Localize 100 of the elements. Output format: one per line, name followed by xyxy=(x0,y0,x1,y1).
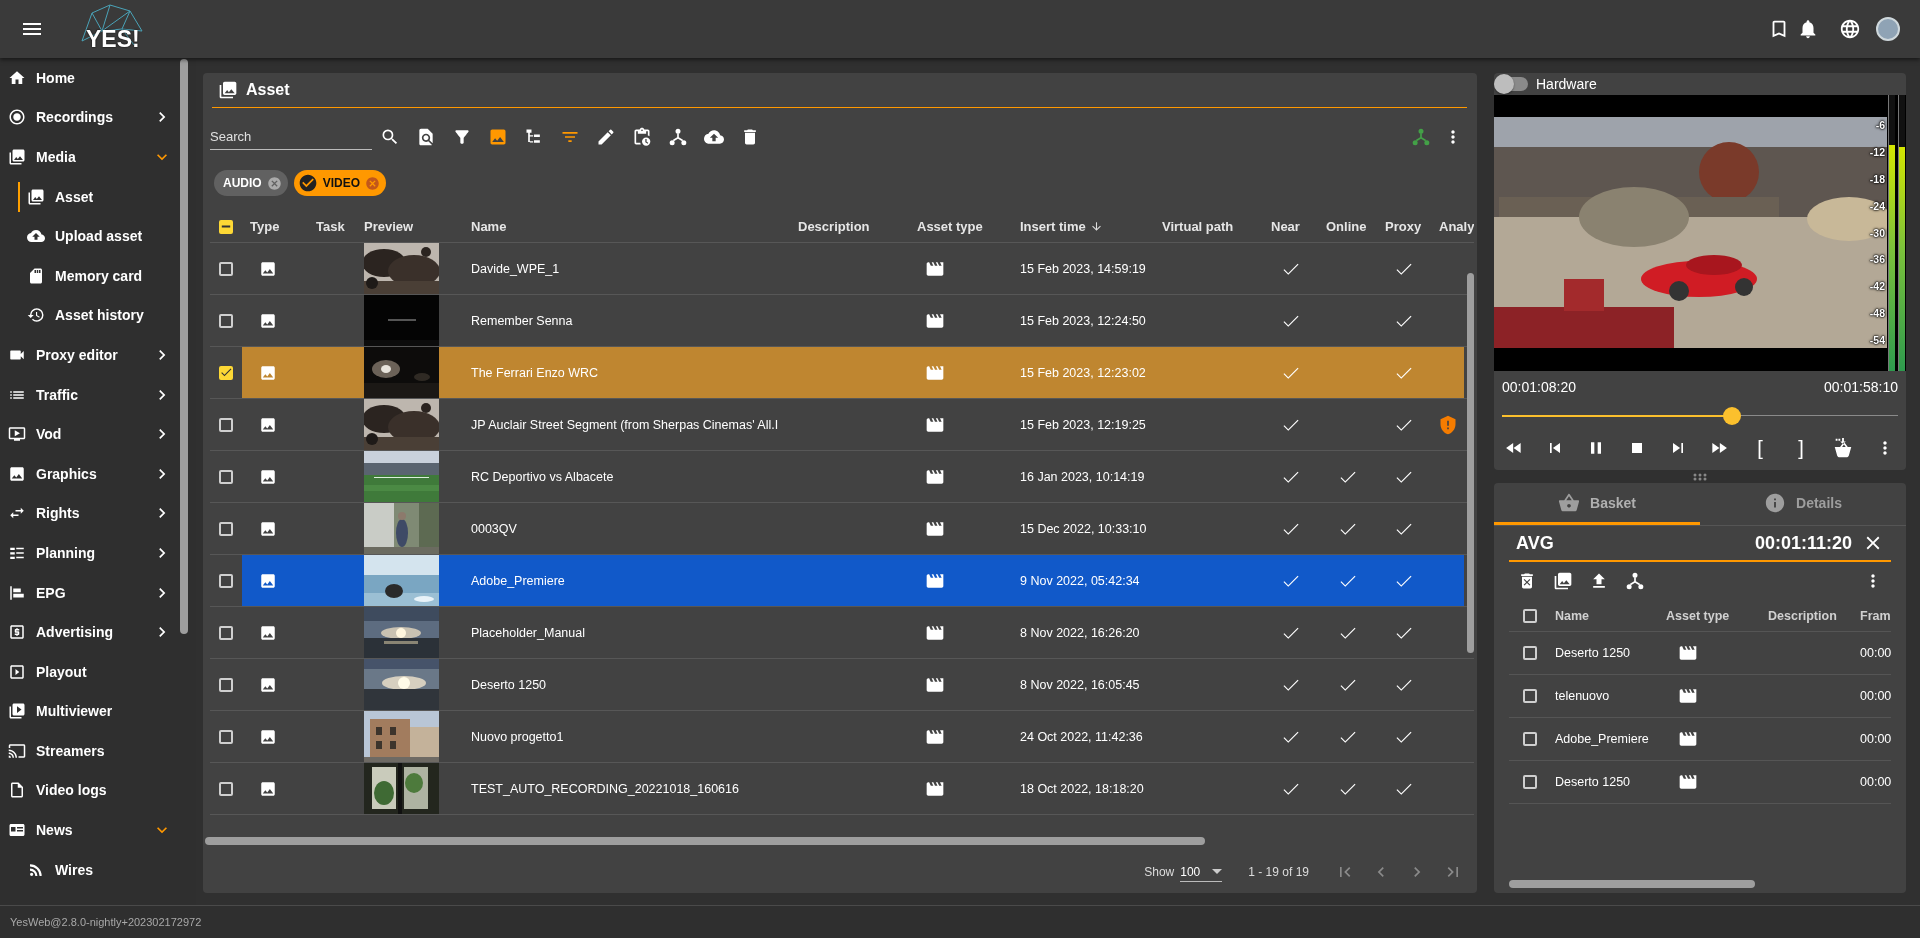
table-row[interactable]: Remember Senna 15 Feb 2023, 12:24:50 xyxy=(242,295,1464,346)
column-header[interactable]: Online xyxy=(1318,219,1377,234)
sidebar-item[interactable]: Multiviewer xyxy=(0,691,196,732)
search-icon[interactable] xyxy=(380,127,400,147)
table-row[interactable]: Adobe_Premiere 9 Nov 2022, 05:42:34 xyxy=(242,555,1464,606)
sidebar-item[interactable]: Upload asset xyxy=(0,216,196,256)
filter-chip[interactable]: AUDIO xyxy=(214,170,288,196)
grip-icon[interactable] xyxy=(1693,472,1707,481)
sidebar-item[interactable]: Traffic xyxy=(0,374,196,415)
checkbox[interactable] xyxy=(219,365,233,380)
meter-scale-label: -12 xyxy=(1869,145,1885,158)
slider-thumb[interactable] xyxy=(1722,407,1741,425)
checkbox[interactable] xyxy=(219,625,233,640)
column-header[interactable]: Type xyxy=(242,219,308,234)
page-size-select[interactable]: 100 xyxy=(1180,862,1223,882)
pencil-icon[interactable] xyxy=(596,127,616,147)
scrollbar-thumb[interactable] xyxy=(180,59,188,634)
checkbox[interactable] xyxy=(219,261,233,276)
mark-out-button[interactable]: ] xyxy=(1791,436,1811,460)
mark-in-button[interactable]: [ xyxy=(1750,436,1770,460)
sidebar-item[interactable]: Asset history xyxy=(0,295,196,336)
scrollbar-thumb[interactable] xyxy=(205,837,1205,845)
column-header[interactable]: Fram xyxy=(1856,608,1891,623)
checkbox[interactable] xyxy=(219,573,233,588)
sidebar-item[interactable]: Proxy editor xyxy=(0,335,196,375)
column-header[interactable]: Task xyxy=(308,219,356,234)
sidebar-item[interactable]: Memory card xyxy=(0,255,196,296)
tab[interactable]: Details xyxy=(1700,483,1906,525)
cast-icon xyxy=(8,741,26,760)
sidebar-item[interactable]: Home xyxy=(0,58,196,98)
stack-icon[interactable] xyxy=(1553,571,1573,591)
version-text: YesWeb@2.8.0-nightly+202302172972 xyxy=(10,916,202,928)
sidebar-item[interactable]: Playout xyxy=(0,651,196,692)
column-header[interactable]: Near xyxy=(1263,219,1318,234)
scrollbar-thumb[interactable] xyxy=(1467,273,1474,653)
column-header[interactable]: Name xyxy=(1551,608,1662,623)
table-row[interactable]: Deserto 1250 8 Nov 2022, 16:05:45 xyxy=(242,659,1464,710)
checkbox[interactable] xyxy=(1523,608,1537,623)
sidebar-item[interactable]: Media xyxy=(0,137,196,177)
checkbox[interactable] xyxy=(1523,646,1537,660)
table-row[interactable]: TEST_AUTO_RECORDING_20221018_160616 18 Oct 2022, 18:18:20 xyxy=(242,763,1464,814)
checkbox[interactable] xyxy=(219,417,233,432)
sidebar-item[interactable]: EPG xyxy=(0,572,196,613)
checkbox[interactable] xyxy=(1523,775,1537,789)
sidebar-item[interactable]: Wires xyxy=(0,849,196,890)
table-row[interactable]: Davide_WPE_1 15 Feb 2023, 14:59:19 xyxy=(242,243,1464,294)
sidebar-item[interactable]: Streamers xyxy=(0,731,196,771)
checkbox[interactable] xyxy=(219,469,233,484)
checkbox[interactable] xyxy=(1523,732,1537,746)
checkbox[interactable] xyxy=(1523,689,1537,703)
column-header[interactable]: Asset type xyxy=(909,219,1012,234)
table-cell: TEST_AUTO_RECORDING_20221018_160616 xyxy=(471,781,739,796)
checkbox[interactable] xyxy=(219,313,233,328)
sidebar-item[interactable]: Rights xyxy=(0,493,196,534)
sidebar-item[interactable]: Video logs xyxy=(0,770,196,811)
column-header[interactable]: Asset type xyxy=(1662,608,1764,623)
checkbox[interactable] xyxy=(219,219,233,234)
checkbox[interactable] xyxy=(219,677,233,692)
checkbox[interactable] xyxy=(219,781,233,796)
table-row[interactable]: RC Deportivo vs Albacete 16 Jan 2023, 10:14:19 xyxy=(242,451,1464,502)
column-header[interactable]: Insert time xyxy=(1012,219,1154,234)
table-row[interactable]: 0003QV 15 Dec 2022, 10:33:10 xyxy=(242,503,1464,554)
column-header[interactable]: Proxy xyxy=(1377,219,1431,234)
column-header[interactable]: Analy xyxy=(1431,219,1474,234)
table-cell: 00:00 xyxy=(1860,646,1892,660)
nodes-icon[interactable] xyxy=(1411,127,1431,147)
sidebar-item[interactable]: Recordings xyxy=(0,97,196,138)
table-row[interactable]: Placeholder_Manual 8 Nov 2022, 16:26:20 xyxy=(242,607,1464,658)
column-header[interactable]: Preview xyxy=(356,219,463,234)
table-cell: 9 Nov 2022, 05:42:34 xyxy=(1020,573,1140,588)
basket-add-icon[interactable] xyxy=(1832,437,1854,459)
remove-icon[interactable] xyxy=(266,175,282,191)
column-header[interactable]: Name xyxy=(463,219,790,234)
image-icon[interactable] xyxy=(488,127,508,147)
nodes-icon[interactable] xyxy=(668,127,688,147)
search-field[interactable]: Search xyxy=(210,124,372,150)
column-header[interactable]: Description xyxy=(790,219,909,234)
toggle-switch[interactable] xyxy=(1494,74,1528,94)
checkbox[interactable] xyxy=(219,729,233,744)
scrollbar-thumb[interactable] xyxy=(1509,880,1755,888)
table-row[interactable]: JP Auclair Street Segment (from Sherpas Cinemas' All.I 15 Feb 2023, 12:19:25 xyxy=(242,399,1464,450)
table-row[interactable]: Nuovo progetto1 24 Oct 2022, 11:42:36 xyxy=(242,711,1464,762)
filter-chip[interactable]: VIDEO xyxy=(293,170,386,196)
sidebar-item[interactable]: Graphics xyxy=(0,453,196,494)
clipboard-clock-icon[interactable] xyxy=(632,127,652,147)
column-header[interactable]: Description xyxy=(1764,608,1856,623)
toggle-label: Hardware xyxy=(1536,76,1597,92)
document-search-icon[interactable] xyxy=(416,127,436,147)
sidebar-item[interactable]: News xyxy=(0,810,196,850)
nodes-icon[interactable] xyxy=(1625,571,1645,591)
sidebar-item[interactable]: Planning xyxy=(0,533,196,573)
sidebar-item[interactable]: Vod xyxy=(0,414,196,454)
column-header[interactable]: Virtual path xyxy=(1154,219,1263,234)
image-icon xyxy=(8,464,26,483)
sidebar-item[interactable]: Advertising xyxy=(0,612,196,652)
checkbox[interactable] xyxy=(219,521,233,536)
tab[interactable]: Basket xyxy=(1494,483,1700,525)
globe-icon[interactable] xyxy=(1839,18,1861,40)
avatar-icon[interactable] xyxy=(1876,17,1900,41)
cloud-upload-icon[interactable] xyxy=(704,127,724,147)
